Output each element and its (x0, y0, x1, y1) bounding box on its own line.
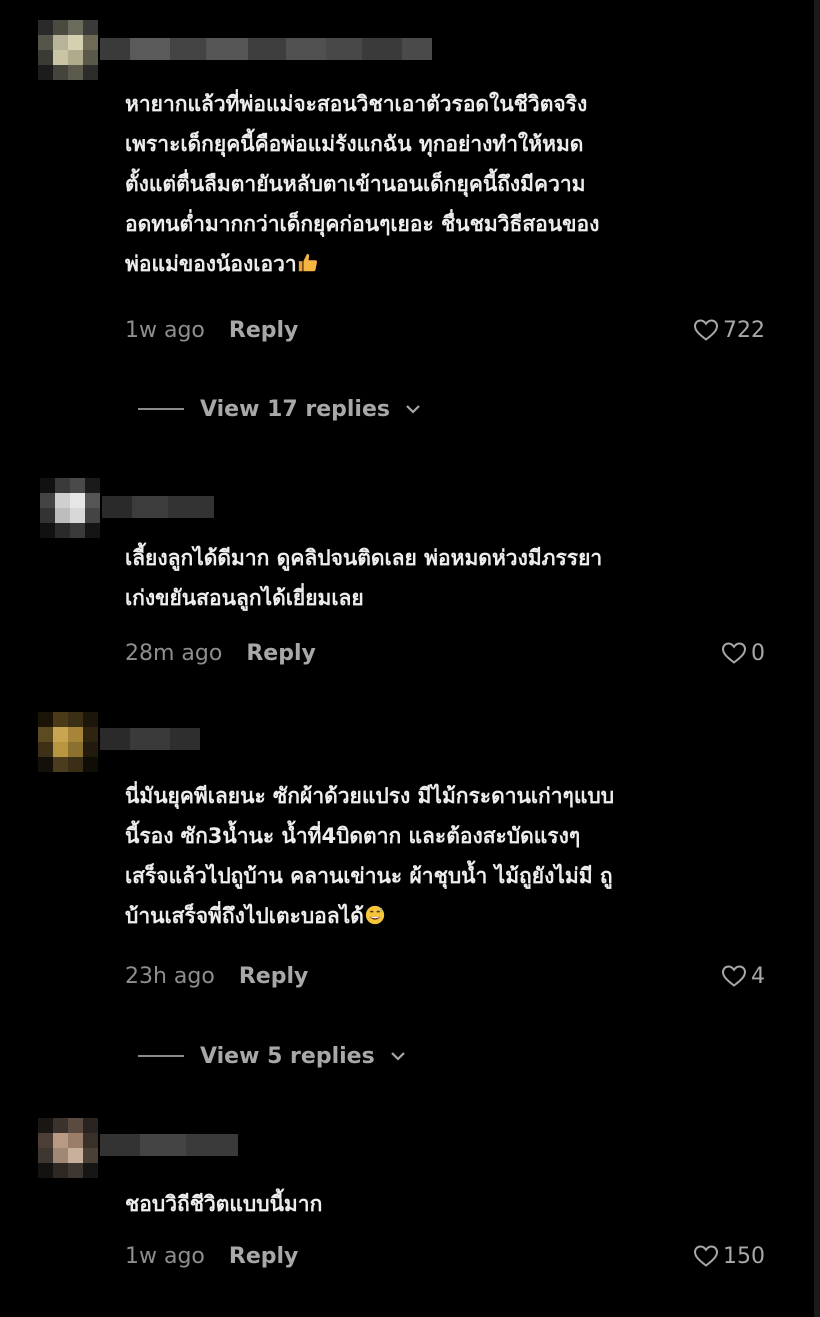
like-count: 4 (751, 963, 765, 989)
comment-meta: 1w ago Reply 722 (125, 312, 765, 348)
comment-text: หายากแล้วที่พ่อแม่จะสอนวิชาเอาตัวรอดในชี… (125, 92, 600, 276)
like-button[interactable]: 722 (693, 318, 765, 343)
thumbs-up-emoji (297, 247, 319, 272)
comment-text: นี่มันยุคพีเลยนะ ซักผ้าด้วยแปรง มีไม้กระ… (125, 784, 615, 928)
heart-icon (693, 1245, 719, 1267)
view-replies-button[interactable]: View 5 replies (138, 1038, 407, 1074)
comment-time: 23h ago (125, 963, 215, 989)
like-count: 150 (723, 1243, 765, 1269)
reply-button[interactable]: Reply (229, 1244, 299, 1269)
like-button[interactable]: 150 (693, 1244, 765, 1269)
like-count: 722 (723, 317, 765, 343)
chevron-down-icon (406, 405, 420, 414)
comment-time: 1w ago (125, 317, 205, 343)
like-button[interactable]: 0 (721, 641, 765, 666)
chevron-down-icon (390, 1052, 405, 1061)
avatar[interactable] (38, 712, 98, 772)
username-blurred[interactable] (102, 496, 214, 518)
like-count: 0 (751, 640, 765, 666)
comment-time: 1w ago (125, 1243, 205, 1269)
comment-meta: 28m ago Reply 0 (125, 635, 765, 671)
view-replies-label: View 17 replies (200, 396, 390, 422)
heart-icon (721, 642, 747, 664)
comment-text: ชอบวิถีชีวิตแบบนี้มาก (125, 1192, 323, 1216)
reply-button[interactable]: Reply (229, 318, 299, 343)
view-replies-button[interactable]: View 17 replies (138, 391, 422, 427)
heart-icon (721, 965, 747, 987)
comment-text: เลี้ยงลูกได้ดีมาก ดูคลิปจนติดเลย พ่อหมดห… (125, 546, 603, 610)
window-edge (814, 0, 820, 1317)
username-blurred[interactable] (100, 1134, 238, 1156)
smiling-face-with-sweat-emoji (364, 899, 386, 925)
avatar[interactable] (38, 20, 98, 80)
comment-meta: 1w ago Reply 150 (125, 1238, 765, 1274)
comment-time: 28m ago (125, 640, 223, 666)
like-button[interactable]: 4 (721, 964, 765, 989)
heart-icon (693, 319, 719, 341)
avatar[interactable] (38, 1118, 98, 1178)
username-blurred[interactable] (100, 38, 432, 60)
reply-button[interactable]: Reply (246, 641, 316, 666)
username-blurred[interactable] (100, 728, 200, 750)
divider-line (138, 408, 184, 410)
avatar[interactable] (40, 478, 100, 538)
view-replies-label: View 5 replies (200, 1043, 375, 1069)
comment-meta: 23h ago Reply 4 (125, 958, 765, 994)
divider-line (138, 1055, 184, 1057)
reply-button[interactable]: Reply (239, 964, 309, 989)
